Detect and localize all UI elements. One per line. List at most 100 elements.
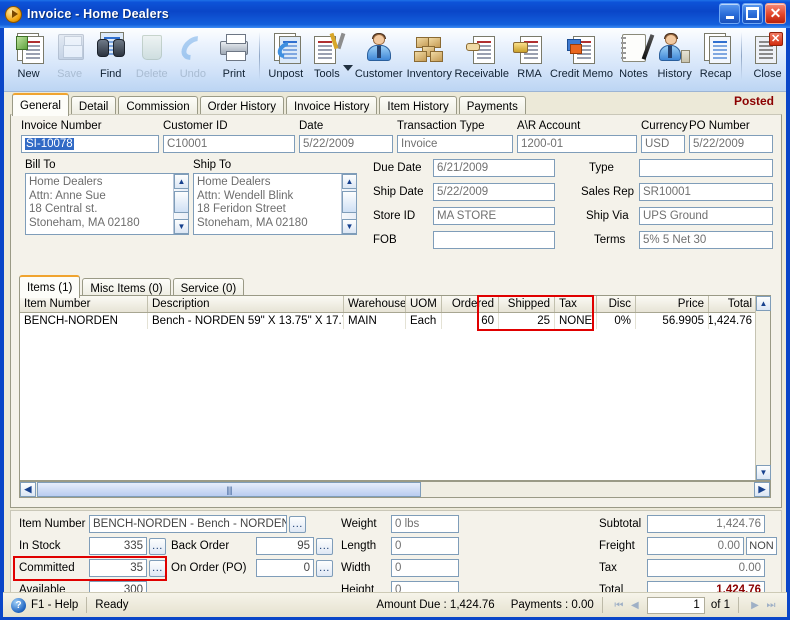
- committed-lookup-button[interactable]: ...: [149, 559, 166, 577]
- toolbar-receivable-button[interactable]: Receivable: [455, 28, 509, 90]
- scroll-up-icon[interactable]: ▲: [174, 174, 188, 189]
- ship-to-scrollbar[interactable]: ▲ ▼: [341, 174, 356, 234]
- committed-input[interactable]: 35: [89, 559, 147, 577]
- scroll-down-icon[interactable]: ▼: [174, 219, 188, 234]
- fob-input[interactable]: [433, 231, 555, 249]
- toolbar-history-button[interactable]: History: [654, 28, 695, 90]
- previous-record-icon[interactable]: ◀: [627, 597, 643, 613]
- bill-to-address[interactable]: Home Dealers Attn: Anne Sue 18 Central s…: [25, 173, 189, 235]
- toolbar-customer-button[interactable]: Customer: [353, 28, 404, 90]
- freight-tax-tag[interactable]: NON: [746, 537, 777, 555]
- invoice-number-input[interactable]: SI-10078: [21, 135, 159, 153]
- tab-order-history[interactable]: Order History: [199, 96, 284, 116]
- minimize-button[interactable]: [719, 3, 740, 24]
- width-input[interactable]: 0: [391, 559, 459, 577]
- toolbar-new-button[interactable]: New: [8, 28, 49, 90]
- back-order-input[interactable]: 95: [256, 537, 314, 555]
- ar-account-input[interactable]: 1200-01: [517, 135, 637, 153]
- ship-to-address[interactable]: Home Dealers Attn: Wendell Blink 18 Feri…: [193, 173, 357, 235]
- grid-horizontal-scrollbar[interactable]: ◀ |||| ▶: [19, 481, 771, 498]
- on-order-po-lookup-button[interactable]: ...: [316, 559, 333, 577]
- scroll-down-icon[interactable]: ▼: [342, 219, 356, 234]
- tab-items[interactable]: Items (1): [19, 275, 81, 298]
- weight-input[interactable]: 0 lbs: [391, 515, 459, 533]
- grid-vertical-scrollbar[interactable]: ▲ ▼: [755, 296, 771, 480]
- col-disc[interactable]: Disc: [597, 296, 636, 312]
- line-items-grid[interactable]: Item Number Description Warehouse UOM Or…: [19, 295, 771, 481]
- scroll-thumb[interactable]: [174, 191, 188, 213]
- next-record-icon[interactable]: ▶: [747, 597, 763, 613]
- col-total[interactable]: Total: [709, 296, 757, 312]
- freight-input[interactable]: 0.00: [647, 537, 744, 555]
- toolbar-delete-button[interactable]: Delete: [131, 28, 172, 90]
- ship-date-input[interactable]: 5/22/2009: [433, 183, 555, 201]
- col-warehouse[interactable]: Warehouse: [344, 296, 406, 312]
- page-number-input[interactable]: 1: [646, 596, 705, 614]
- po-number-input[interactable]: 5/22/2009: [689, 135, 773, 153]
- col-tax[interactable]: Tax: [555, 296, 597, 312]
- scroll-left-icon[interactable]: ◀: [20, 482, 36, 497]
- tab-detail[interactable]: Detail: [70, 96, 117, 116]
- tab-item-history[interactable]: Item History: [379, 96, 457, 116]
- close-button[interactable]: ✕: [765, 3, 786, 24]
- detail-item-number-input[interactable]: BENCH-NORDEN - Bench - NORDEN 59" X :: [89, 515, 287, 533]
- on-order-po-input[interactable]: 0: [256, 559, 314, 577]
- toolbar-unpost-button[interactable]: Unpost: [265, 28, 306, 90]
- tab-commission[interactable]: Commission: [118, 96, 198, 116]
- toolbar-credit-memo-button[interactable]: Credit Memo: [550, 28, 613, 90]
- col-shipped[interactable]: Shipped: [499, 296, 555, 312]
- height-input[interactable]: 0: [391, 581, 459, 592]
- toolbar-rma-button[interactable]: RMA: [509, 28, 550, 90]
- length-input[interactable]: 0: [391, 537, 459, 555]
- currency-input[interactable]: USD: [641, 135, 685, 153]
- customer-id-input[interactable]: C10001: [163, 135, 295, 153]
- in-stock-input[interactable]: 335: [89, 537, 147, 555]
- col-item-number[interactable]: Item Number: [20, 296, 148, 312]
- bill-to-scrollbar[interactable]: ▲ ▼: [173, 174, 188, 234]
- col-description[interactable]: Description: [148, 296, 344, 312]
- transaction-type-input[interactable]: Invoice: [397, 135, 513, 153]
- date-input[interactable]: 5/22/2009: [299, 135, 393, 153]
- maximize-button[interactable]: [742, 3, 763, 24]
- toolbar-inventory-button[interactable]: Inventory: [404, 28, 455, 90]
- col-price[interactable]: Price: [636, 296, 709, 312]
- terms-input[interactable]: 5% 5 Net 30: [639, 231, 773, 249]
- tab-general[interactable]: General: [12, 93, 69, 116]
- tab-invoice-history[interactable]: Invoice History: [285, 96, 378, 116]
- scroll-up-icon[interactable]: ▲: [342, 174, 356, 189]
- toolbar-recap-button[interactable]: Recap: [695, 28, 736, 90]
- type-input[interactable]: [639, 159, 773, 177]
- back-order-lookup-button[interactable]: ...: [316, 537, 333, 555]
- scroll-down-icon[interactable]: ▼: [756, 465, 771, 480]
- toolbar-close-button[interactable]: ✕ Close: [747, 28, 786, 90]
- hscroll-thumb[interactable]: ||||: [37, 482, 421, 497]
- ship-via-input[interactable]: UPS Ground: [639, 207, 773, 225]
- back-order-field[interactable]: 95 ...: [256, 537, 333, 555]
- in-stock-field[interactable]: 335 ...: [89, 537, 166, 555]
- toolbar-tools-button[interactable]: Tools: [306, 28, 347, 90]
- toolbar-print-button[interactable]: Print: [213, 28, 254, 90]
- tab-payments[interactable]: Payments: [458, 96, 526, 116]
- last-record-icon[interactable]: ⏭: [763, 597, 779, 613]
- toolbar-save-button[interactable]: Save: [49, 28, 90, 90]
- committed-field[interactable]: 35 ...: [89, 559, 166, 577]
- detail-item-number-field[interactable]: BENCH-NORDEN - Bench - NORDEN 59" X : ..…: [89, 515, 306, 533]
- store-id-input[interactable]: MA STORE: [433, 207, 555, 225]
- col-ordered[interactable]: Ordered: [442, 296, 499, 312]
- help-text[interactable]: F1 - Help: [31, 599, 78, 611]
- first-record-icon[interactable]: ⏮: [611, 597, 627, 613]
- tools-dropdown-arrow-icon[interactable]: [343, 64, 354, 71]
- help-icon[interactable]: ?: [11, 597, 26, 613]
- due-date-input[interactable]: 6/21/2009: [433, 159, 555, 177]
- sales-rep-input[interactable]: SR10001: [639, 183, 773, 201]
- scroll-up-icon[interactable]: ▲: [756, 296, 771, 311]
- table-row[interactable]: BENCH-NORDEN Bench - NORDEN 59" X 13.75"…: [20, 313, 770, 329]
- on-order-po-field[interactable]: 0 ...: [256, 559, 333, 577]
- toolbar-notes-button[interactable]: Notes: [613, 28, 654, 90]
- scroll-thumb[interactable]: [342, 191, 356, 213]
- scroll-right-icon[interactable]: ▶: [754, 482, 770, 497]
- item-number-lookup-button[interactable]: ...: [289, 515, 306, 533]
- toolbar-find-button[interactable]: Find: [90, 28, 131, 90]
- toolbar-undo-button[interactable]: Undo: [172, 28, 213, 90]
- in-stock-lookup-button[interactable]: ...: [149, 537, 166, 555]
